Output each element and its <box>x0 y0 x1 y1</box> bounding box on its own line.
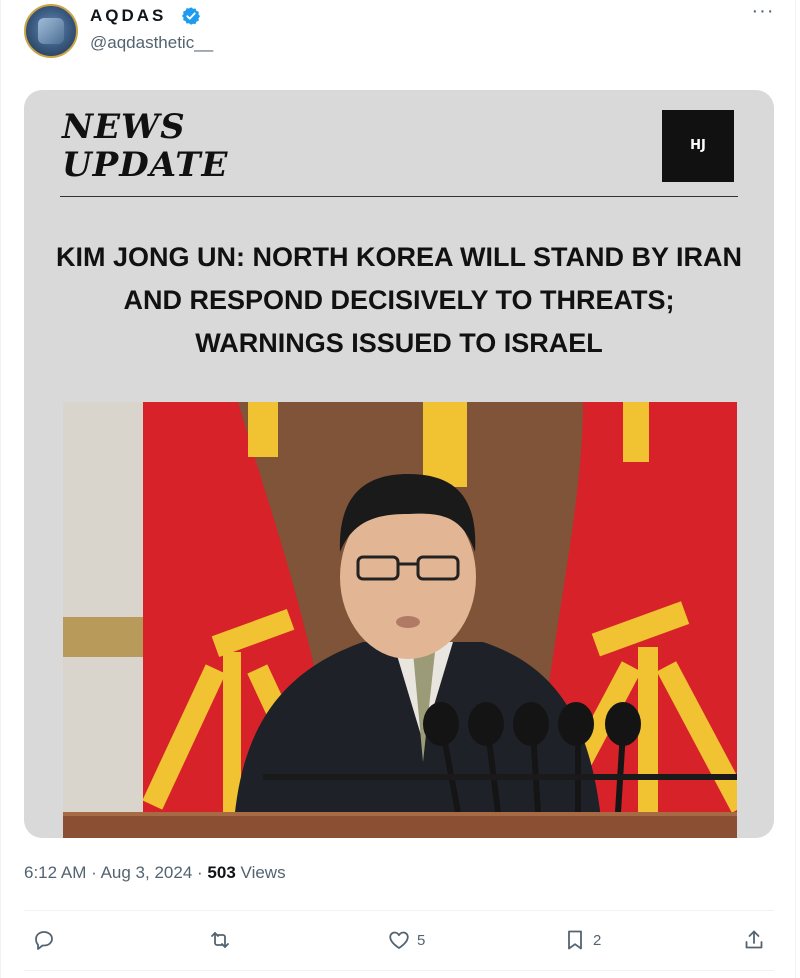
author-display-name[interactable]: AQDAS <box>90 6 166 26</box>
bookmark-count: 2 <box>593 931 602 949</box>
hj-logo-badge: HJ <box>662 110 734 182</box>
share-button[interactable] <box>742 926 766 954</box>
views-label: Views <box>240 863 286 882</box>
tweet-date[interactable]: Aug 3, 2024 <box>101 863 193 882</box>
news-headline: KIM JONG UN: NORTH KOREA WILL STAND BY I… <box>56 242 742 358</box>
tweet-time[interactable]: 6:12 AM <box>24 863 86 882</box>
logo-line-update: UPDATE <box>62 145 229 185</box>
actions-bottom-divider <box>24 970 774 971</box>
author-handle[interactable]: @aqdasthetic__ <box>90 33 213 53</box>
photo-illustration <box>63 402 737 838</box>
card-divider-rule <box>60 196 738 197</box>
logo-line-news: NEWS <box>62 107 186 147</box>
like-button[interactable]: 5 <box>387 926 425 954</box>
views-count: 503 <box>207 863 236 882</box>
like-count: 5 <box>417 931 426 949</box>
more-options-button[interactable]: ··· <box>748 1 778 24</box>
retweet-button[interactable] <box>208 926 238 954</box>
actions-top-divider <box>24 910 774 911</box>
meta-separator: · <box>197 863 203 882</box>
tweet-metadata: 6:12 AM · Aug 3, 2024 · 503 Views <box>24 863 286 883</box>
reply-button[interactable] <box>32 926 62 954</box>
frame-right-edge <box>795 0 796 978</box>
share-icon <box>745 930 763 949</box>
bookmark-icon <box>568 930 582 950</box>
avatar[interactable] <box>24 4 78 58</box>
tweet-media-card[interactable]: NEWS UPDATE HJ KIM JONG UN: NORTH KOREA … <box>24 90 774 838</box>
meta-separator: · <box>91 863 97 882</box>
verified-badge-icon <box>182 7 200 25</box>
news-photo <box>63 402 737 838</box>
bookmark-button[interactable]: 2 <box>563 926 601 954</box>
reply-icon <box>35 931 53 950</box>
heart-icon <box>389 931 409 949</box>
news-update-logo: NEWS UPDATE <box>62 108 228 184</box>
retweet-icon <box>211 932 229 948</box>
frame-left-edge <box>0 0 1 978</box>
